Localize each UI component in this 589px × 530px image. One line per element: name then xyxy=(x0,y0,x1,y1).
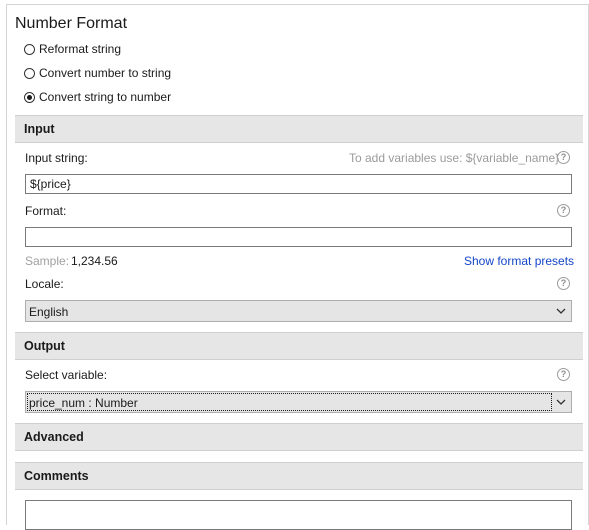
sample-value: 1,234.56 xyxy=(71,254,118,268)
format-field[interactable] xyxy=(25,227,572,247)
help-icon[interactable]: ? xyxy=(557,277,570,290)
radio-convert-string-to-number[interactable]: Convert string to number xyxy=(24,88,171,106)
section-title: Comments xyxy=(24,469,89,483)
radio-icon[interactable] xyxy=(24,67,35,79)
radio-icon[interactable] xyxy=(24,43,35,55)
radio-label: Convert string to number xyxy=(39,90,172,104)
help-icon[interactable]: ? xyxy=(557,204,570,217)
chevron-down-icon xyxy=(556,308,566,314)
select-variable-label: Select variable: xyxy=(25,368,108,382)
page-title: Number Format xyxy=(15,15,128,32)
input-string-field[interactable] xyxy=(25,174,572,194)
radio-icon[interactable] xyxy=(24,91,35,103)
section-title: Advanced xyxy=(24,430,84,444)
variables-hint: To add variables use: ${variable_name} xyxy=(349,151,560,165)
variable-value: price_num : Number xyxy=(29,396,138,410)
help-icon[interactable]: ? xyxy=(557,368,570,381)
show-format-presets-link[interactable]: Show format presets xyxy=(464,254,574,268)
input-section-header[interactable]: Input xyxy=(15,115,583,143)
comments-field[interactable] xyxy=(25,500,572,530)
help-icon[interactable]: ? xyxy=(557,151,570,164)
section-title: Output xyxy=(24,339,65,353)
locale-select[interactable]: English xyxy=(25,300,572,322)
output-section-header[interactable]: Output xyxy=(15,332,583,360)
sample-label: Sample: xyxy=(25,254,70,268)
advanced-section-header[interactable]: Advanced xyxy=(15,423,583,451)
radio-label: Convert number to string xyxy=(39,66,172,80)
variable-select[interactable]: price_num : Number xyxy=(25,391,572,413)
comments-section-header[interactable]: Comments xyxy=(15,462,583,490)
section-title: Input xyxy=(24,122,55,136)
number-format-panel: Number Format Reformat string Convert nu… xyxy=(6,4,589,530)
radio-convert-number-to-string[interactable]: Convert number to string xyxy=(24,64,171,82)
radio-reformat-string[interactable]: Reformat string xyxy=(24,40,121,58)
format-label: Format: xyxy=(25,204,67,218)
locale-value: English xyxy=(29,305,69,319)
chevron-down-icon xyxy=(556,399,566,405)
radio-label: Reformat string xyxy=(39,42,122,56)
input-string-label: Input string: xyxy=(25,151,88,165)
locale-label: Locale: xyxy=(25,277,64,291)
